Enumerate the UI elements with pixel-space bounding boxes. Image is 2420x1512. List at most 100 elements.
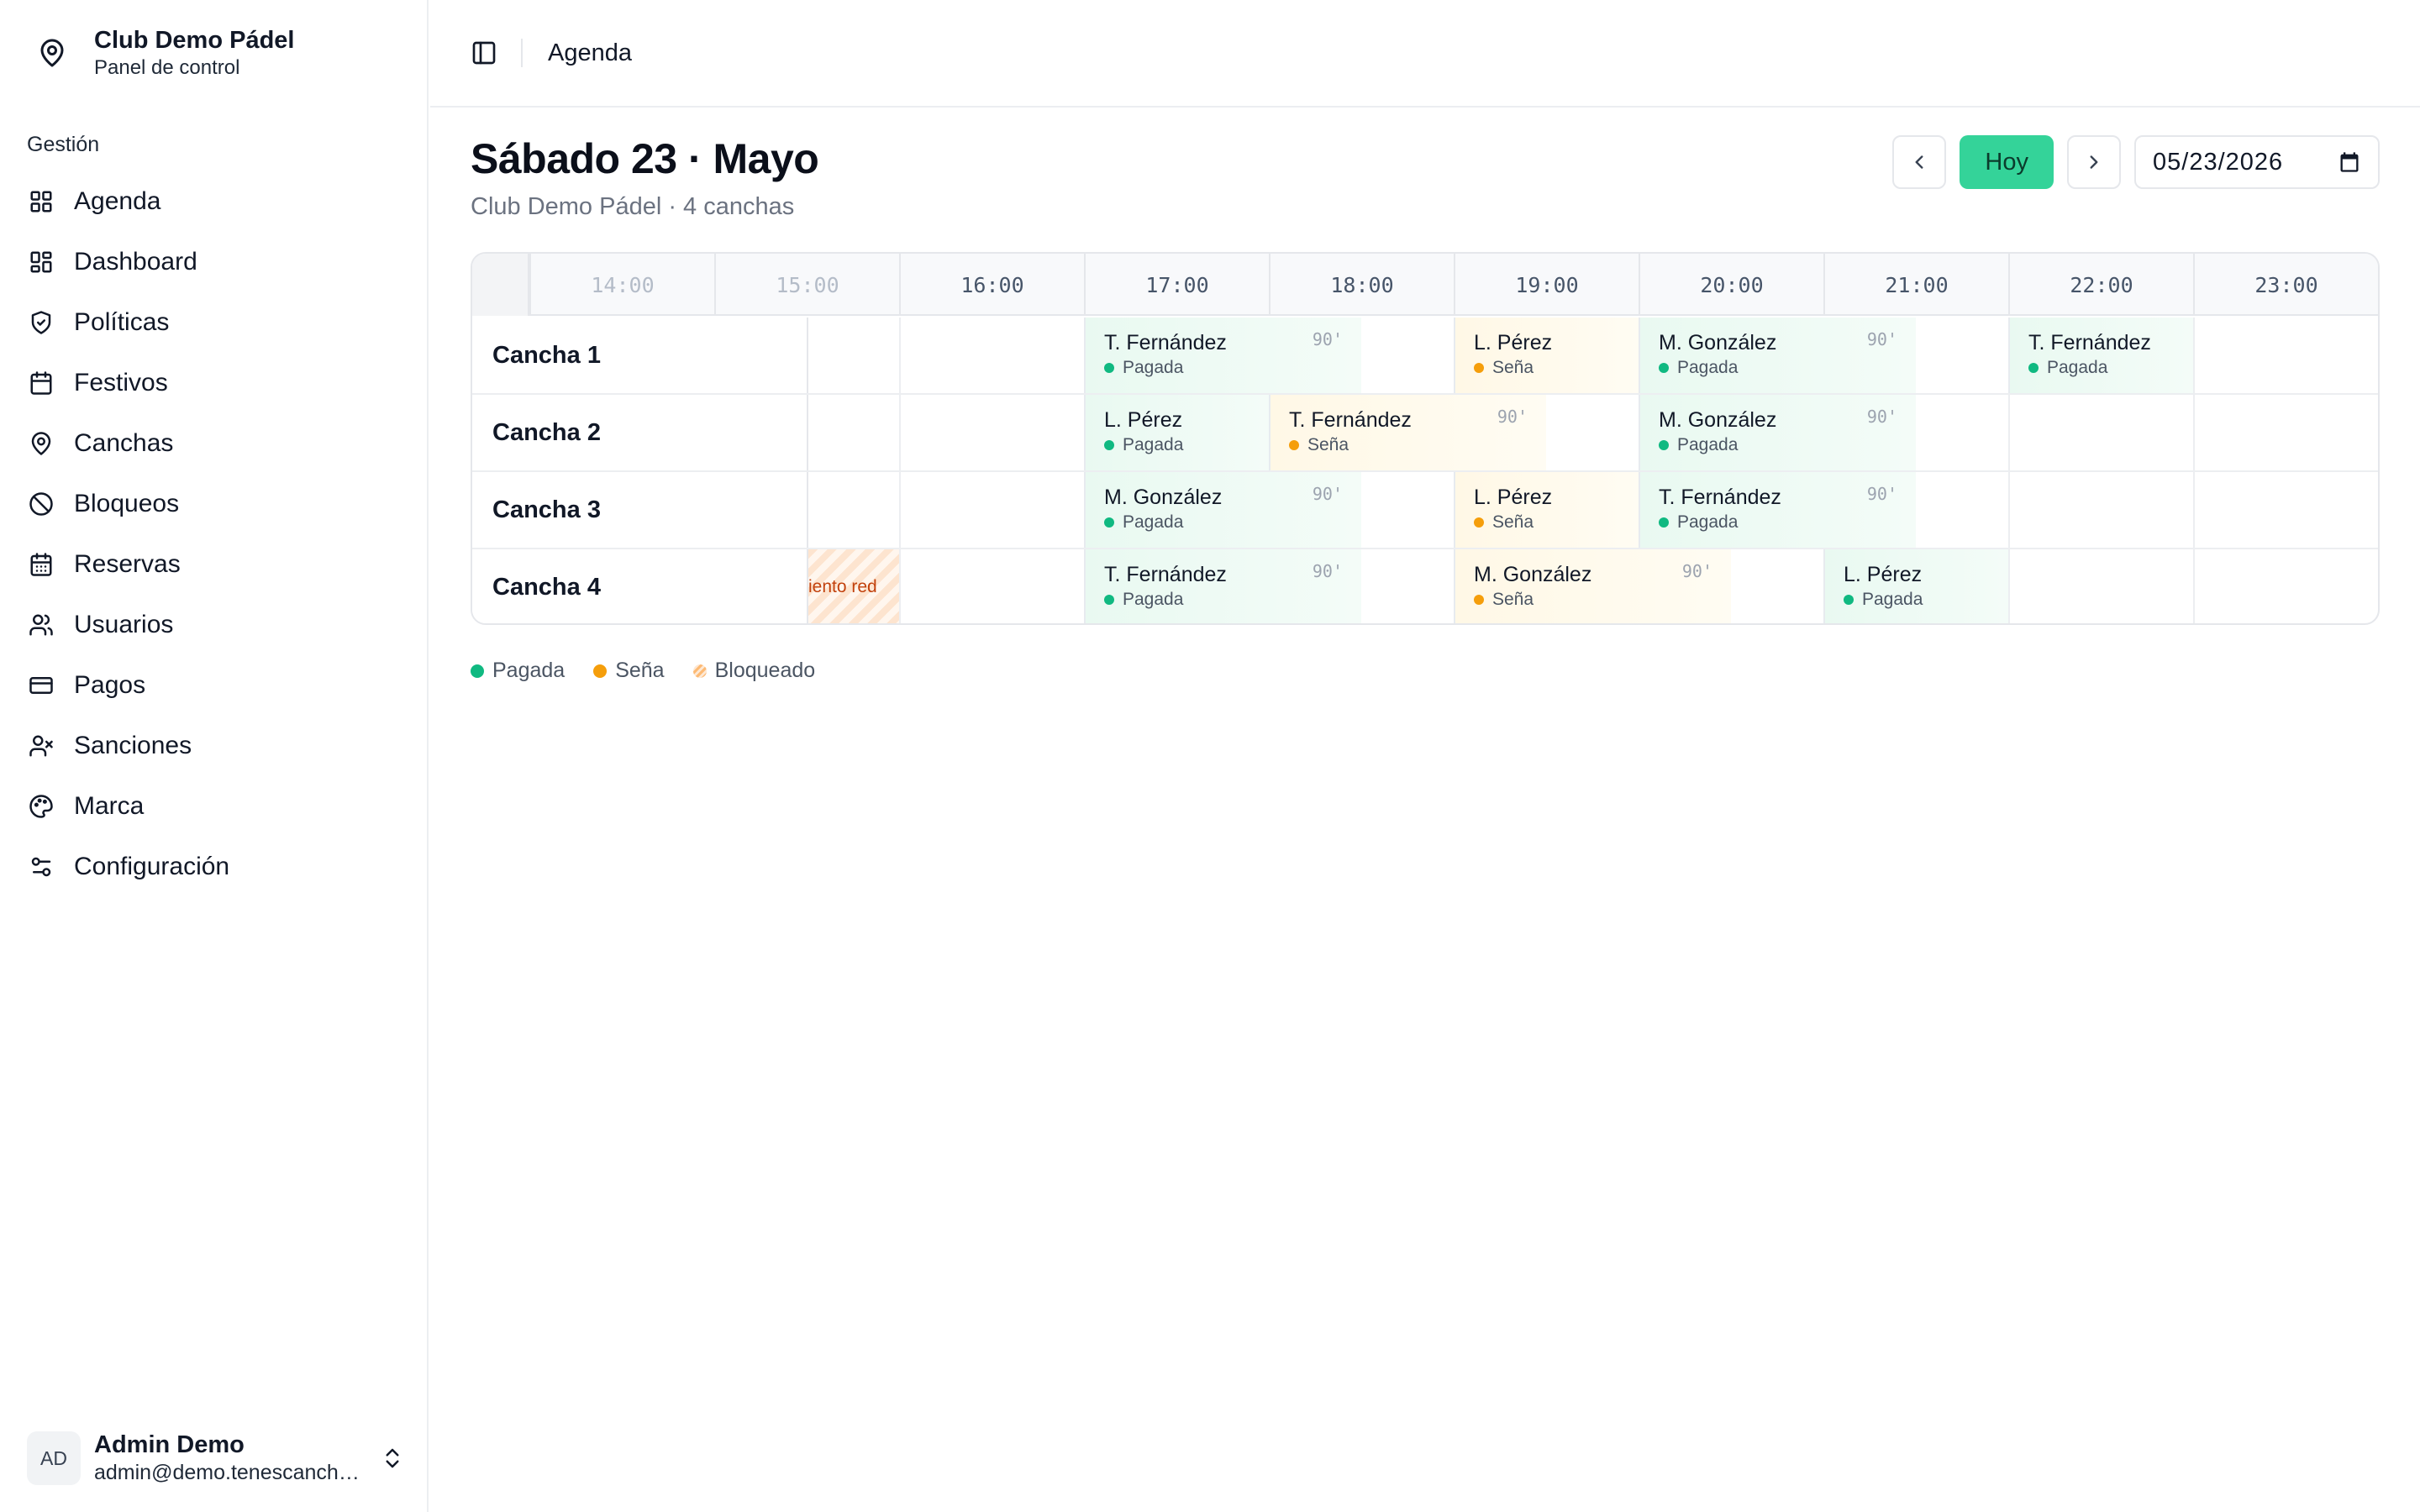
sidebar-item-politicas[interactable]: Políticas xyxy=(17,292,412,353)
status-dot xyxy=(1844,595,1854,605)
sidebar-item-marca[interactable]: Marca xyxy=(17,776,412,837)
legend-item-deposit: Seña xyxy=(593,659,665,683)
sidebar-item-festivos[interactable]: Festivos xyxy=(17,353,412,413)
booking-duration: 90' xyxy=(1866,484,1897,504)
court-label: Cancha 3 xyxy=(472,472,808,548)
booking-status: Pagada xyxy=(1659,512,1897,533)
sidebar-toggle-button[interactable] xyxy=(459,28,509,78)
sidebar-item-dashboard[interactable]: Dashboard xyxy=(17,232,412,292)
booking-card[interactable]: M. González 90' Pagada xyxy=(1639,395,1916,470)
next-day-button[interactable] xyxy=(2067,135,2121,189)
sidebar: Club Demo Pádel Panel de control Gestión… xyxy=(0,0,429,1512)
calendar-days-icon xyxy=(27,550,55,579)
booking-card[interactable]: M. González 90' Pagada xyxy=(1084,472,1361,548)
booking-status-label: Seña xyxy=(1307,435,1349,454)
user-x-icon xyxy=(27,732,55,760)
booking-duration: 90' xyxy=(1312,484,1343,504)
booking-status-label: Pagada xyxy=(1677,435,1739,454)
date-input[interactable]: 05/23/2026 xyxy=(2134,135,2380,189)
booking-status-label: Seña xyxy=(1492,590,1534,609)
blocked-slot[interactable]: iento red xyxy=(808,549,899,623)
chevrons-up-down-icon xyxy=(386,1448,399,1468)
breadcrumb: Agenda xyxy=(548,39,632,66)
booking-duration: 90' xyxy=(1312,329,1343,349)
booking-card[interactable]: L. Pérez Seña xyxy=(1454,318,1639,393)
sidebar-item-label: Políticas xyxy=(74,308,170,336)
booking-card[interactable]: L. Pérez Pagada xyxy=(1084,395,1269,470)
booking-status: Pagada xyxy=(1659,358,1897,378)
booking-card[interactable]: T. Fernández 90' Pagada xyxy=(1639,472,1916,548)
booking-player: L. Pérez xyxy=(1474,331,1553,354)
booking-player: L. Pérez xyxy=(1104,408,1183,432)
booking-card[interactable]: T. Fernández 90' Seña xyxy=(1269,395,1546,470)
status-dot xyxy=(1289,440,1299,450)
booking-duration: 90' xyxy=(1866,329,1897,349)
status-dot xyxy=(1104,363,1114,373)
booking-player: L. Pérez xyxy=(1844,563,1923,586)
sidebar-item-label: Canchas xyxy=(74,429,174,457)
sidebar-item-sanciones[interactable]: Sanciones xyxy=(17,716,412,776)
grid-line xyxy=(2193,472,2195,548)
user-menu[interactable]: AD Admin Demo admin@demo.tenescanchas.co… xyxy=(27,1428,405,1488)
grid-line xyxy=(899,549,901,623)
grid-line xyxy=(899,472,901,548)
sidebar-item-usuarios[interactable]: Usuarios xyxy=(17,595,412,655)
grid-line xyxy=(2193,395,2195,470)
calendar-icon xyxy=(27,369,55,397)
sliders-icon xyxy=(27,853,55,881)
sidebar-item-pagos[interactable]: Pagos xyxy=(17,655,412,716)
sidebar-item-bloqueos[interactable]: Bloqueos xyxy=(17,474,412,534)
users-icon xyxy=(27,611,55,639)
booking-status-label: Pagada xyxy=(1123,358,1184,377)
booking-status-label: Pagada xyxy=(1677,358,1739,377)
chevron-left-icon xyxy=(1915,155,1923,169)
sidebar-item-label: Pagos xyxy=(74,671,146,699)
booking-card[interactable]: M. González 90' Seña xyxy=(1454,549,1731,623)
blocked-swatch xyxy=(692,664,707,678)
sidebar-item-canchas[interactable]: Canchas xyxy=(17,413,412,474)
booking-status-label: Pagada xyxy=(2047,358,2108,377)
sidebar-item-agenda[interactable]: Agenda xyxy=(17,171,412,232)
status-dot xyxy=(1474,517,1484,528)
sidebar-item-configuracion[interactable]: Configuración xyxy=(17,837,412,897)
nav-group-label: Gestión xyxy=(27,133,100,156)
booking-card[interactable]: L. Pérez Pagada xyxy=(1823,549,2008,623)
booking-player: M. González xyxy=(1659,408,1777,432)
booking-player: T. Fernández xyxy=(1659,486,1781,509)
date-controls: Hoy 05/23/2026 xyxy=(1892,134,2380,190)
booking-status: Pagada xyxy=(1659,435,1897,455)
legend-label: Pagada xyxy=(492,659,566,682)
map-pin-icon xyxy=(34,34,71,71)
legend-label: Bloqueado xyxy=(714,659,816,682)
sidebar-item-label: Reservas xyxy=(74,550,181,578)
booking-card[interactable]: L. Pérez Seña xyxy=(1454,472,1639,548)
booking-card[interactable]: M. González 90' Pagada xyxy=(1639,318,1916,393)
brand[interactable]: Club Demo Pádel Panel de control xyxy=(34,24,295,82)
avatar: AD xyxy=(27,1431,81,1485)
schedule-header: 14:00 15:00 16:00 17:00 18:00 19:00 20:00 21:00… xyxy=(472,254,2378,316)
booking-status-label: Pagada xyxy=(1677,512,1739,532)
court-label: Cancha 1 xyxy=(472,318,808,393)
grid-icon xyxy=(27,187,55,216)
booking-card[interactable]: T. Fernández Pagada xyxy=(2008,318,2193,393)
hour-header: 21:00 xyxy=(1823,254,2008,316)
booking-card[interactable]: T. Fernández 90' Pagada xyxy=(1084,318,1361,393)
hour-header: 19:00 xyxy=(1454,254,1639,316)
chevron-right-icon xyxy=(2090,155,2098,169)
grid-line xyxy=(2008,472,2010,548)
legend-dot xyxy=(593,664,608,678)
booking-card[interactable]: T. Fernández 90' Pagada xyxy=(1084,549,1361,623)
status-dot xyxy=(1659,363,1669,373)
booking-player: T. Fernández xyxy=(1289,408,1412,432)
schedule-grid: 14:00 15:00 16:00 17:00 18:00 19:00 20:00 21:00… xyxy=(471,252,2380,625)
booking-duration: 90' xyxy=(1312,561,1343,581)
legend: Pagada Seña Bloqueado xyxy=(471,659,844,683)
panel-left-icon xyxy=(472,41,496,65)
user-email: admin@demo.tenescanchas.com xyxy=(94,1461,363,1484)
today-button[interactable]: Hoy xyxy=(1960,135,2054,189)
prev-day-button[interactable] xyxy=(1892,135,1947,189)
court-row: M. González 90' Pagada L. Pérez Seña T. Ferná… xyxy=(472,472,2378,549)
status-dot xyxy=(1659,517,1669,528)
court-row: iento red T. Fernández 90' Pagada M. Gonzále… xyxy=(472,549,2378,623)
sidebar-item-reservas[interactable]: Reservas xyxy=(17,534,412,595)
